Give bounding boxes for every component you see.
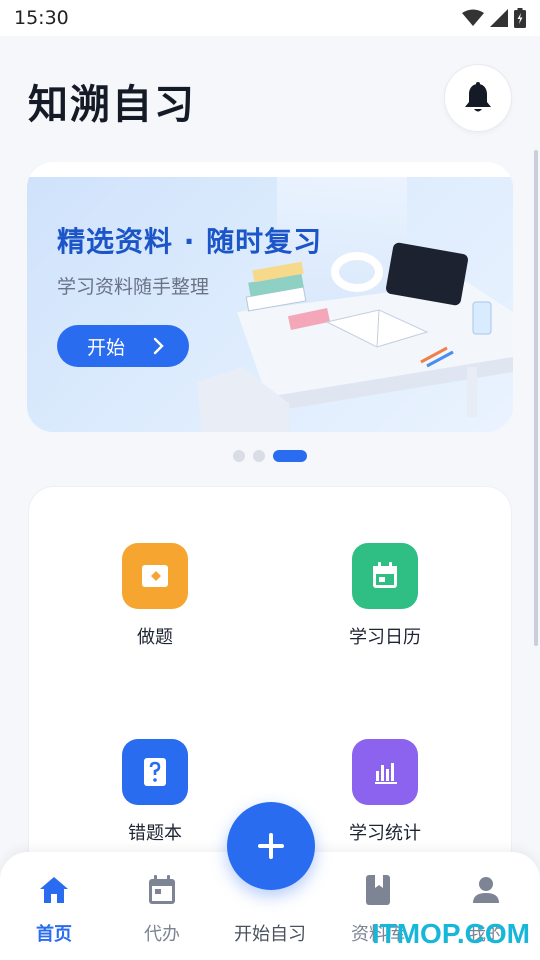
feature-mistakes[interactable]: 错题本 [85,739,225,845]
nav-label: 代办 [144,924,180,945]
fab-label: 开始自习 [234,924,306,945]
nav-label: 首页 [36,924,72,945]
book-icon [366,875,390,905]
watermark: ITMOP.COM [371,918,530,949]
battery-icon [514,8,526,28]
feature-label: 学习统计 [349,823,421,844]
status-bar: 15:30 [0,0,540,36]
banner-subtitle: 学习资料随手整理 [57,276,210,298]
feature-stats[interactable]: 学习统计 [315,739,455,845]
carousel-dot[interactable] [233,450,245,462]
carousel-indicator [0,450,540,462]
feature-practice[interactable]: 做题 [85,543,225,649]
start-button[interactable]: 开始 [57,325,189,367]
start-button-label: 开始 [87,336,126,359]
plus-icon [258,833,284,859]
ticket-icon [122,543,188,609]
person-icon [473,877,499,903]
feature-calendar[interactable]: 学习日历 [315,543,455,649]
status-time: 15:30 [14,7,69,29]
home-icon [40,877,68,903]
carousel-dot[interactable] [253,450,265,462]
feature-label: 学习日历 [349,627,421,648]
bell-icon [465,82,491,112]
wifi-icon [462,9,484,26]
nav-home[interactable]: 首页 [4,870,104,946]
nav-todo[interactable]: 代办 [112,870,212,946]
bar-chart-icon [352,739,418,805]
calendar-icon [149,875,175,904]
carousel-dot-active[interactable] [273,450,307,462]
feature-label: 做题 [137,627,173,648]
question-icon [122,739,188,805]
start-study-fab[interactable] [227,802,315,890]
calendar-icon [352,543,418,609]
status-icons [462,8,526,28]
scrollbar[interactable] [534,150,538,646]
notification-button[interactable] [444,64,512,132]
promo-banner[interactable]: 精选资料 · 随时复习 学习资料随手整理 开始 [27,162,513,432]
feature-label: 错题本 [128,823,182,844]
app-title: 知溯自习 [28,82,196,128]
chevron-right-icon [153,337,164,355]
banner-title: 精选资料 · 随时复习 [57,225,323,258]
header: 知溯自习 [0,36,540,156]
signal-icon [490,9,508,27]
